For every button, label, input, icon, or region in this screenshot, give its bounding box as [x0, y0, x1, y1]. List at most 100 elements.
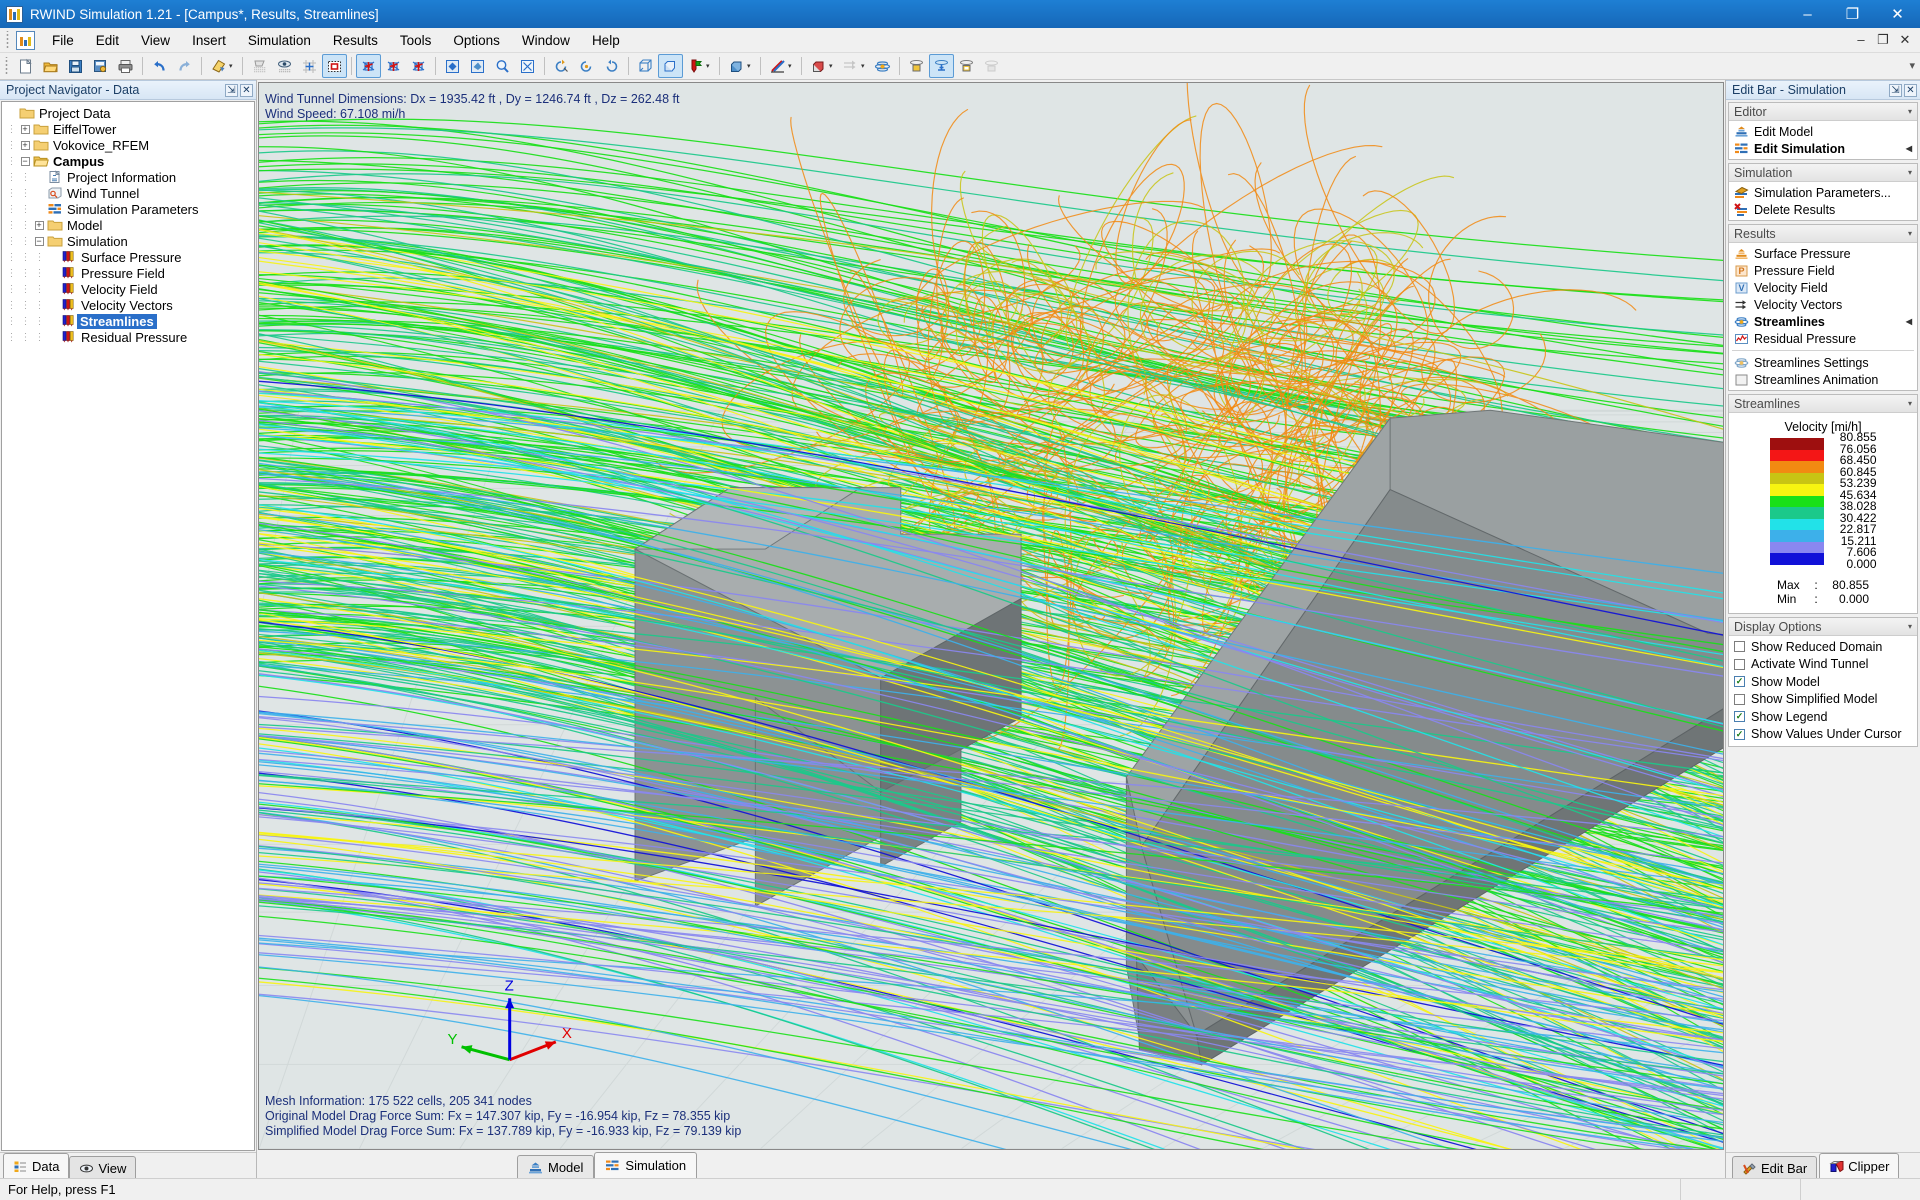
mdi-restore-button[interactable]: ❐ — [1872, 32, 1894, 48]
chevron-down-icon[interactable]: ▾ — [1908, 399, 1912, 408]
edit-bar-item-streamlines-animation[interactable]: Streamlines Animation — [1729, 371, 1917, 388]
tab-data[interactable]: Data — [3, 1153, 70, 1179]
zoom-window-icon[interactable] — [465, 54, 490, 78]
zoom-icon[interactable] — [490, 54, 515, 78]
edit-bar-item-edit-simulation[interactable]: Edit Simulation ◀ — [1729, 140, 1917, 157]
collapse-icon[interactable]: − — [18, 156, 32, 166]
navigator-close-button[interactable]: ✕ — [240, 83, 253, 97]
checkbox[interactable] — [1734, 693, 1745, 705]
tree-item-velocity-vectors[interactable]: ⋮ ⋮ ⋮ Velocity Vectors — [2, 297, 254, 313]
menu-file[interactable]: File — [41, 29, 85, 52]
display-option-activate-wind-tunnel[interactable]: Activate Wind Tunnel — [1729, 656, 1917, 674]
velocity-vectors-icon[interactable] — [838, 54, 863, 78]
edit-bar-item-residual-pressure[interactable]: Residual Pressure — [1729, 330, 1917, 347]
render-mode-icon[interactable] — [206, 54, 231, 78]
display-option-show-reduced-domain[interactable]: Show Reduced Domain — [1729, 638, 1917, 656]
edit-bar-item-delete-results[interactable]: Delete Results — [1729, 201, 1917, 218]
results-diagram-icon[interactable] — [765, 54, 790, 78]
menu-insert[interactable]: Insert — [181, 29, 237, 52]
chevron-down-icon[interactable]: ▾ — [1908, 622, 1912, 631]
menu-help[interactable]: Help — [581, 29, 631, 52]
menu-simulation[interactable]: Simulation — [237, 29, 322, 52]
checkbox[interactable] — [1734, 641, 1745, 653]
save-icon[interactable] — [63, 54, 88, 78]
edit-bar-item-streamlines-settings[interactable]: Streamlines Settings — [1729, 354, 1917, 371]
solid-box-icon[interactable] — [658, 54, 683, 78]
tree-item-velocity-field[interactable]: ⋮ ⋮ ⋮ Velocity Field — [2, 281, 254, 297]
select-points-icon[interactable] — [247, 54, 272, 78]
edit-bar-item-velocity-field[interactable]: V Velocity Field — [1729, 279, 1917, 296]
model-view-icon[interactable] — [724, 54, 749, 78]
edit-bar-item-pressure-field[interactable]: P Pressure Field — [1729, 262, 1917, 279]
rotate-right-icon[interactable] — [599, 54, 624, 78]
tab-edit-bar[interactable]: Edit Bar — [1732, 1156, 1818, 1179]
edit-bar-item-edit-model[interactable]: Edit Model — [1729, 123, 1917, 140]
rotate-view-icon[interactable] — [549, 54, 574, 78]
edit-bar-close-button[interactable]: ✕ — [1904, 83, 1917, 97]
rubber-select-icon[interactable] — [322, 54, 347, 78]
result-view-2-icon[interactable] — [929, 54, 954, 78]
menu-gripper[interactable] — [4, 31, 12, 49]
tree-item-simulation-parameters[interactable]: ⋮ ⋮ Simulation Parameters — [2, 201, 254, 217]
wireframe-box-icon[interactable] — [633, 54, 658, 78]
tree-item-residual-pressure[interactable]: ⋮ ⋮ ⋮ Residual Pressure — [2, 329, 254, 345]
select-visible-icon[interactable] — [272, 54, 297, 78]
checkbox[interactable]: ✓ — [1734, 676, 1745, 688]
legend-group-header[interactable]: Streamlines ▾ — [1729, 395, 1917, 413]
group-header[interactable]: Editor ▾ — [1729, 103, 1917, 121]
collapse-icon[interactable]: − — [32, 236, 46, 246]
toolbar-overflow-button[interactable]: ▾ — [1909, 60, 1920, 71]
mdi-close-button[interactable]: ✕ — [1894, 32, 1916, 48]
new-document-icon[interactable] — [13, 54, 38, 78]
redo-icon[interactable] — [172, 54, 197, 78]
edit-bar-pin-button[interactable]: ⇲ — [1889, 83, 1902, 97]
result-view-4-icon[interactable] — [979, 54, 1004, 78]
tree-item-simulation[interactable]: ⋮ ⋮ − Simulation — [2, 233, 254, 249]
menu-options[interactable]: Options — [442, 29, 511, 52]
group-header[interactable]: Results ▾ — [1729, 225, 1917, 243]
display-option-show-model[interactable]: ✓ Show Model — [1729, 673, 1917, 691]
menu-window[interactable]: Window — [511, 29, 581, 52]
mdi-minimize-button[interactable]: – — [1850, 32, 1872, 48]
checkbox[interactable]: ✓ — [1734, 728, 1745, 740]
edit-bar-item-velocity-vectors[interactable]: Velocity Vectors — [1729, 296, 1917, 313]
print-icon[interactable] — [113, 54, 138, 78]
tab-view[interactable]: View — [69, 1156, 137, 1179]
menu-tools[interactable]: Tools — [389, 29, 443, 52]
navigator-pin-button[interactable]: ⇲ — [225, 83, 238, 97]
undo-icon[interactable] — [147, 54, 172, 78]
rotate-left-icon[interactable] — [574, 54, 599, 78]
tree-item-surface-pressure[interactable]: ⋮ ⋮ ⋮ Surface Pressure — [2, 249, 254, 265]
display-option-show-simplified-model[interactable]: Show Simplified Model — [1729, 691, 1917, 709]
maximize-button[interactable]: ❐ — [1830, 0, 1875, 28]
view-mode-2-icon[interactable] — [381, 54, 406, 78]
tree-item-project-information[interactable]: ⋮ ⋮ Project Information — [2, 169, 254, 185]
insert-object-icon[interactable] — [683, 54, 708, 78]
chevron-down-icon[interactable]: ▾ — [1908, 107, 1912, 116]
toolbar-gripper[interactable] — [3, 57, 11, 75]
snap-grid-icon[interactable] — [297, 54, 322, 78]
surface-results-icon[interactable] — [806, 54, 831, 78]
edit-bar-item-streamlines[interactable]: Streamlines ◀ — [1729, 313, 1917, 330]
chevron-down-icon[interactable]: ▾ — [1908, 168, 1912, 177]
viewport-tab-simulation[interactable]: Simulation — [594, 1152, 698, 1178]
view-mode-3-icon[interactable] — [406, 54, 431, 78]
menu-results[interactable]: Results — [322, 29, 389, 52]
checkbox[interactable] — [1734, 658, 1745, 670]
display-option-show-legend[interactable]: ✓ Show Legend — [1729, 708, 1917, 726]
tree-item-eiffeltower[interactable]: ⋮ + EiffelTower — [2, 121, 254, 137]
chevron-down-icon[interactable]: ▾ — [1908, 229, 1912, 238]
edit-bar-item-simulation-parameters[interactable]: Simulation Parameters... — [1729, 184, 1917, 201]
menu-edit[interactable]: Edit — [85, 29, 130, 52]
expand-icon[interactable]: + — [18, 140, 32, 150]
view-mode-1-icon[interactable] — [356, 54, 381, 78]
tree-item-project-data[interactable]: Project Data — [2, 105, 254, 121]
result-view-1-icon[interactable] — [904, 54, 929, 78]
tree-item-wind-tunnel[interactable]: ⋮ ⋮ Wind Tunnel — [2, 185, 254, 201]
group-header[interactable]: Simulation ▾ — [1729, 164, 1917, 182]
tree-item-pressure-field[interactable]: ⋮ ⋮ ⋮ Pressure Field — [2, 265, 254, 281]
edit-bar-item-surface-pressure[interactable]: Surface Pressure — [1729, 245, 1917, 262]
open-folder-icon[interactable] — [38, 54, 63, 78]
viewport-tab-model[interactable]: Model — [517, 1155, 595, 1178]
tree-item-streamlines[interactable]: ⋮ ⋮ ⋮ Streamlines — [2, 313, 254, 329]
